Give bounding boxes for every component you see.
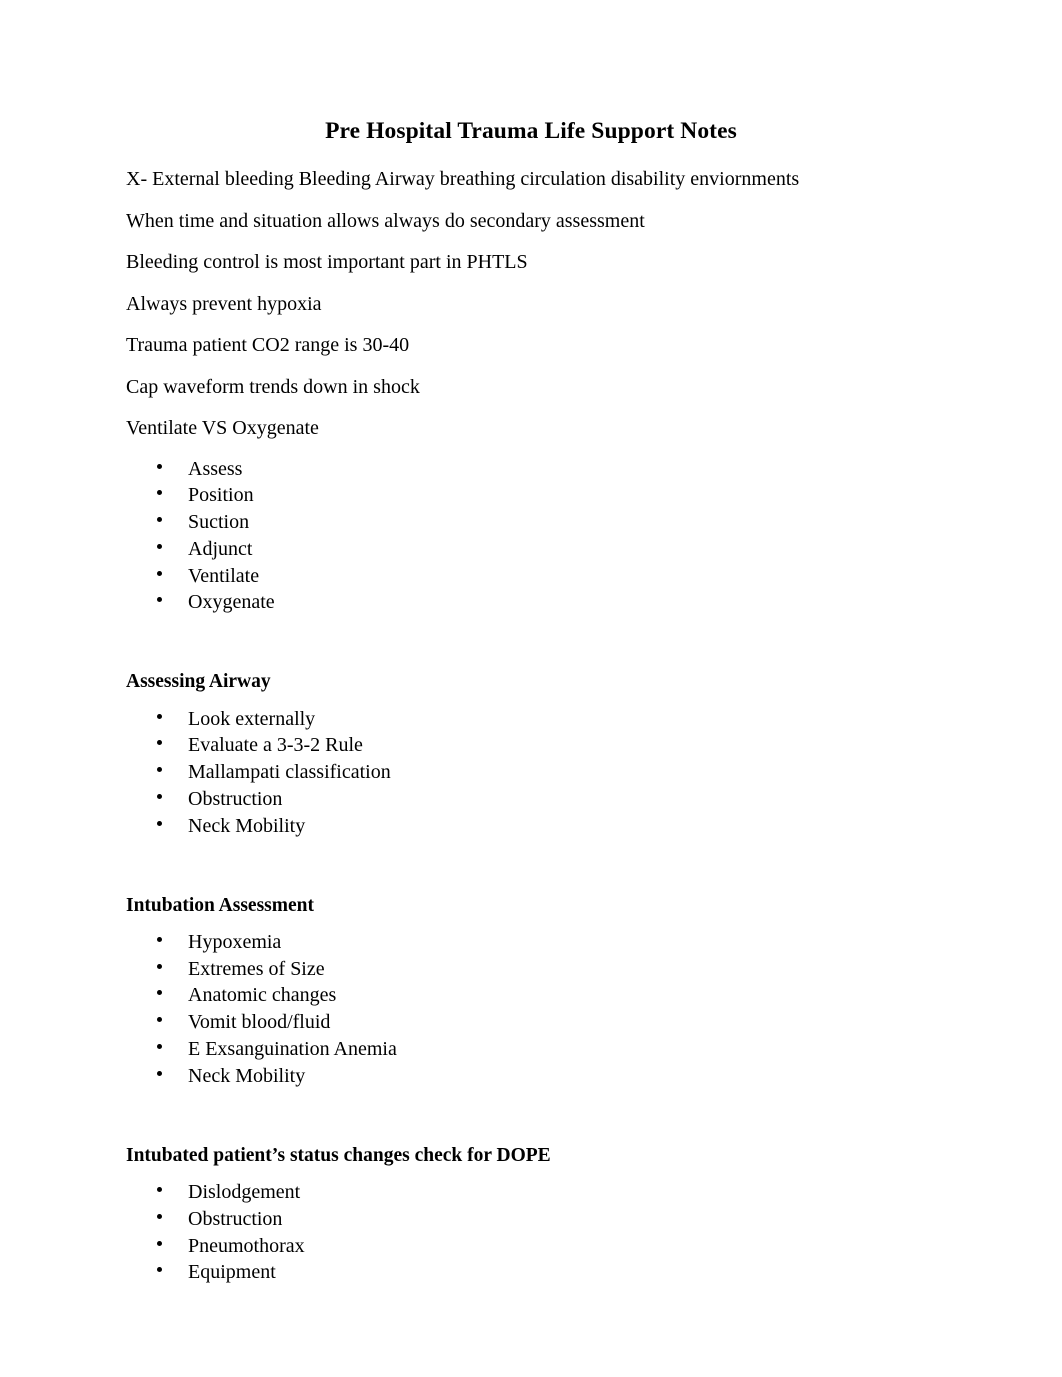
list-item: Obstruction <box>126 788 936 812</box>
list-item: Pneumothorax <box>126 1235 936 1259</box>
list-item-label: Look externally <box>188 707 316 730</box>
list-item-label: Neck Mobility <box>188 1064 306 1087</box>
list-item: Position <box>126 484 936 508</box>
document-page: Pre Hospital Trauma Life Support Notes X… <box>0 0 1062 1377</box>
list-item: Suction <box>126 511 936 535</box>
list-item-label: Position <box>188 484 254 507</box>
list-item-label: E Exsanguination Anemia <box>188 1038 397 1061</box>
list-item-label: Obstruction <box>188 1207 283 1230</box>
list-item: Look externally <box>126 708 936 732</box>
list-item-label: Mallampati classification <box>188 761 391 784</box>
list-item-label: Extremes of Size <box>188 957 325 980</box>
list-item-label: Anatomic changes <box>188 984 337 1007</box>
list-item-label: Assess <box>188 457 243 480</box>
list-item-label: Hypoxemia <box>188 930 282 953</box>
list-item: Ventilate <box>126 565 936 589</box>
body-paragraph: When time and situation allows always do… <box>126 209 645 232</box>
list-item: Obstruction <box>126 1208 936 1232</box>
list-item-label: Evaluate a 3-3-2 Rule <box>188 734 363 757</box>
list-item-label: Neck Mobility <box>188 814 306 837</box>
list-item-label: Vomit blood/fluid <box>188 1011 331 1034</box>
section-heading-assessing-airway: Assessing Airway <box>126 671 271 693</box>
list-item-label: Equipment <box>188 1261 276 1284</box>
list-item: Vomit blood/fluid <box>126 1011 936 1035</box>
list-item-label: Suction <box>188 511 250 534</box>
list-item: Mallampati classification <box>126 761 936 785</box>
section-heading-dope: Intubated patient’s status changes check… <box>126 1144 551 1166</box>
list-item: Extremes of Size <box>126 958 936 982</box>
body-paragraph: Ventilate VS Oxygenate <box>126 417 319 440</box>
list-item-label: Obstruction <box>188 787 283 810</box>
list-item: Neck Mobility <box>126 815 936 839</box>
body-paragraph: X- External bleeding Bleeding Airway bre… <box>126 168 800 191</box>
list-item-label: Adjunct <box>188 537 253 560</box>
page-title: Pre Hospital Trauma Life Support Notes <box>325 118 737 144</box>
list-item: E Exsanguination Anemia <box>126 1038 936 1062</box>
list-item: Evaluate a 3-3-2 Rule <box>126 734 936 758</box>
body-paragraph: Trauma patient CO2 range is 30-40 <box>126 334 410 357</box>
list-item: Dislodgement <box>126 1181 936 1205</box>
list-item: Oxygenate <box>126 591 936 615</box>
list-item-label: Oxygenate <box>188 591 275 614</box>
assessing-airway-list: Look externally Evaluate a 3-3-2 Rule Ma… <box>126 708 936 839</box>
body-paragraph: Bleeding control is most important part … <box>126 251 528 274</box>
list-item-label: Dislodgement <box>188 1180 301 1203</box>
list-item: Hypoxemia <box>126 931 936 955</box>
list-item: Neck Mobility <box>126 1065 936 1089</box>
intro-bullet-list: Assess Position Suction Adjunct Ventilat… <box>126 458 936 616</box>
dope-list: Dislodgement Obstruction Pneumothorax Eq… <box>126 1181 936 1285</box>
intubation-assessment-list: Hypoxemia Extremes of Size Anatomic chan… <box>126 931 936 1089</box>
section-heading-intubation-assessment: Intubation Assessment <box>126 894 315 916</box>
document-body: Pre Hospital Trauma Life Support Notes X… <box>126 118 936 1288</box>
list-item-label: Ventilate <box>188 564 260 587</box>
body-paragraph: Always prevent hypoxia <box>126 292 322 315</box>
list-item: Assess <box>126 458 936 482</box>
list-item: Adjunct <box>126 538 936 562</box>
list-item: Anatomic changes <box>126 984 936 1008</box>
list-item: Equipment <box>126 1261 936 1285</box>
body-paragraph: Cap waveform trends down in shock <box>126 375 420 398</box>
list-item-label: Pneumothorax <box>188 1234 305 1257</box>
